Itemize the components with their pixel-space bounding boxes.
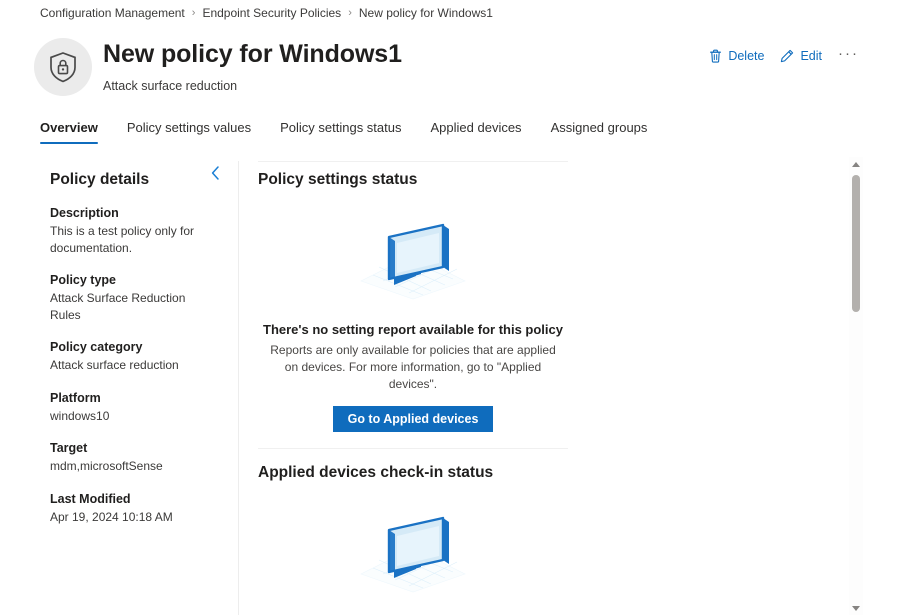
chevron-left-icon[interactable] <box>206 164 224 182</box>
shield-lock-icon <box>34 38 92 96</box>
detail-value: Attack surface reduction <box>50 358 179 373</box>
detail-value: windows10 <box>50 408 110 423</box>
detail-label: Last Modified <box>50 491 131 506</box>
trash-icon <box>709 49 722 63</box>
scroll-up-icon[interactable] <box>849 157 863 171</box>
content-area: Policy details Description This is a tes… <box>0 155 899 615</box>
section-divider <box>258 448 568 450</box>
page-subtitle: Attack surface reduction <box>103 79 238 93</box>
detail-label: Policy category <box>50 340 143 355</box>
policy-overview-page: Configuration Management › Endpoint Secu… <box>0 0 899 615</box>
section-policy-settings-status: Policy settings status There's no settin… <box>239 155 859 433</box>
detail-field-policy-type: Policy type Attack Surface Reduction Rul… <box>50 273 218 323</box>
page-title: New policy for Windows1 <box>103 40 402 68</box>
monitor-illustration <box>353 512 473 594</box>
section-applied-devices-checkin-status: Applied devices check-in status <box>239 448 859 615</box>
detail-value: Apr 19, 2024 10:18 AM <box>50 509 173 524</box>
detail-field-policy-category: Policy category Attack surface reduction <box>50 340 218 374</box>
section-title: Applied devices check-in status <box>258 464 494 482</box>
tab-applied-devices[interactable]: Applied devices <box>431 120 522 144</box>
tab-assigned-groups[interactable]: Assigned groups <box>551 120 648 144</box>
detail-label: Platform <box>50 390 101 405</box>
breadcrumb-separator-icon: › <box>191 7 196 19</box>
vertical-scrollbar[interactable] <box>849 157 863 615</box>
page-header: New policy for Windows1 Attack surface r… <box>0 34 899 108</box>
detail-field-last-modified: Last Modified Apr 19, 2024 10:18 AM <box>50 492 218 526</box>
delete-button[interactable]: Delete <box>709 49 764 63</box>
detail-value: This is a test policy only for documenta… <box>50 224 195 255</box>
main-panel: Policy settings status There's no settin… <box>239 155 859 615</box>
monitor-illustration <box>353 219 473 301</box>
pencil-icon <box>780 49 794 63</box>
policy-details-header: Policy details <box>50 171 218 189</box>
tab-policy-settings-status[interactable]: Policy settings status <box>280 120 401 144</box>
detail-value: mdm,microsoftSense <box>50 459 163 474</box>
detail-field-target: Target mdm,microsoftSense <box>50 441 218 475</box>
detail-field-description: Description This is a test policy only f… <box>50 206 218 256</box>
tab-bar: Overview Policy settings values Policy s… <box>40 120 647 144</box>
edit-button-label: Edit <box>800 48 822 63</box>
section-title: Policy settings status <box>258 171 418 188</box>
delete-button-label: Delete <box>728 48 765 63</box>
breadcrumb-separator-icon: › <box>348 7 352 19</box>
scrollbar-track[interactable] <box>849 171 863 601</box>
detail-label: Target <box>50 441 88 456</box>
go-to-applied-devices-button[interactable]: Go to Applied devices <box>332 406 494 433</box>
detail-field-platform: Platform windows10 <box>50 391 218 425</box>
detail-label: Policy type <box>50 273 116 288</box>
breadcrumb: Configuration Management › Endpoint Secu… <box>40 6 493 20</box>
scroll-down-icon[interactable] <box>849 601 863 615</box>
command-bar: Delete Edit ··· <box>709 46 859 65</box>
breadcrumb-item-current-policy[interactable]: New policy for Windows1 <box>359 6 493 20</box>
empty-state-text: Reports are only available for policies … <box>270 343 556 392</box>
scrollbar-thumb[interactable] <box>852 175 860 312</box>
breadcrumb-item-endpoint-security-policies[interactable]: Endpoint Security Policies <box>202 6 341 20</box>
breadcrumb-item-configuration-management[interactable]: Configuration Management <box>40 6 185 20</box>
detail-label: Description <box>50 206 119 220</box>
detail-value: Attack Surface Reduction Rules <box>50 291 186 322</box>
tab-overview[interactable]: Overview <box>40 120 98 144</box>
tab-policy-settings-values[interactable]: Policy settings values <box>127 120 251 144</box>
policy-details-panel: Policy details Description This is a tes… <box>0 155 238 615</box>
edit-button[interactable]: Edit <box>780 49 822 63</box>
more-options-icon[interactable]: ··· <box>838 46 859 65</box>
empty-state: There's no setting report available for … <box>258 219 568 433</box>
empty-state-heading: There's no setting report available for … <box>263 322 563 337</box>
policy-details-title: Policy details <box>50 171 150 188</box>
empty-state: There's no device report available for t… <box>258 512 568 615</box>
